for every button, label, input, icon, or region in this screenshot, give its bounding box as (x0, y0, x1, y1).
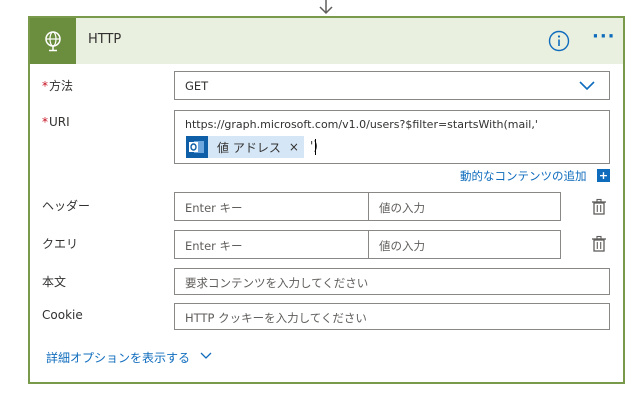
body-placeholder: 要求コンテンツを入力してください (185, 276, 369, 290)
connector-arrow-icon (319, 0, 333, 15)
query-value-input[interactable]: 値の入力 (368, 230, 561, 259)
cookie-label: Cookie (42, 308, 83, 322)
header-value-placeholder: 値の入力 (379, 201, 425, 215)
method-label-text: 方法 (49, 79, 74, 93)
uri-input[interactable]: https://graph.microsoft.com/v1.0/users?$… (174, 110, 610, 164)
card-header[interactable]: HTTP ··· (30, 18, 623, 64)
add-dynamic-content-icon[interactable]: + (597, 169, 610, 182)
token-remove-button[interactable]: × (289, 140, 299, 154)
cookie-placeholder: HTTP クッキーを入力してください (185, 311, 367, 325)
body-input[interactable]: 要求コンテンツを入力してください (174, 268, 610, 295)
cookie-input[interactable]: HTTP クッキーを入力してください (174, 303, 610, 330)
trash-icon[interactable] (591, 235, 607, 253)
method-label: *方法 (42, 77, 73, 94)
query-label: クエリ (42, 237, 79, 251)
headers-label: ヘッダー (42, 199, 91, 213)
more-icon[interactable]: ··· (592, 28, 616, 52)
required-mark: * (42, 115, 48, 129)
header-value-input[interactable]: 値の入力 (368, 192, 561, 221)
required-mark: * (42, 79, 48, 93)
token-label: 値 アドレス (217, 140, 281, 155)
chevron-down-icon[interactable] (579, 81, 595, 91)
dynamic-token[interactable]: 値 アドレス × (186, 136, 304, 158)
card-title: HTTP (88, 32, 122, 47)
chevron-down-icon[interactable] (200, 352, 212, 360)
uri-trailing-text: ') (310, 139, 318, 153)
method-select[interactable]: GET (174, 71, 610, 100)
http-action-card: HTTP ··· *方法 GET *URI https://graph.micr… (28, 16, 625, 384)
info-icon[interactable] (548, 30, 570, 52)
uri-value-text: https://graph.microsoft.com/v1.0/users?$… (185, 118, 538, 131)
uri-label: *URI (42, 115, 70, 129)
uri-label-text: URI (49, 115, 70, 129)
header-key-placeholder: Enter キー (185, 201, 243, 215)
show-advanced-options-link[interactable]: 詳細オプションを表示する (46, 349, 190, 366)
method-value: GET (185, 79, 209, 93)
query-value-placeholder: 値の入力 (379, 239, 425, 253)
globe-icon (30, 18, 76, 64)
text-cursor (315, 139, 316, 155)
body-label: 本文 (42, 275, 67, 289)
outlook-icon (186, 136, 208, 158)
query-key-input[interactable]: Enter キー (174, 230, 369, 259)
header-key-input[interactable]: Enter キー (174, 192, 369, 221)
add-dynamic-content-link[interactable]: 動的なコンテンツの追加 (460, 168, 587, 184)
trash-icon[interactable] (591, 198, 607, 216)
query-key-placeholder: Enter キー (185, 239, 243, 253)
